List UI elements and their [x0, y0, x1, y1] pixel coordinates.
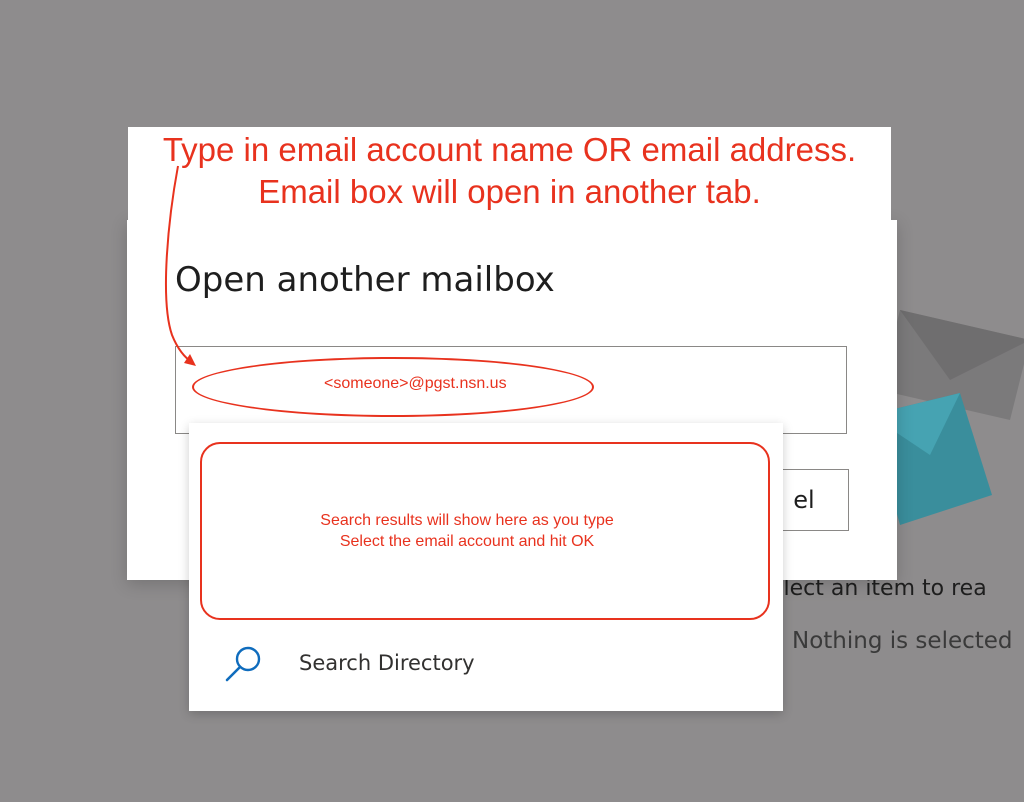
results-hint-line-2: Select the email account and hit OK [339, 533, 595, 550]
results-hint-line-1: Search results will show here as you typ… [320, 512, 614, 529]
annotation-banner: Type in email account name OR email addr… [128, 127, 891, 223]
suggestions-dropdown: Search results will show here as you typ… [189, 423, 783, 711]
dialog-title: Open another mailbox [175, 260, 555, 300]
annotation-line-1: Type in email account name OR email addr… [162, 131, 857, 168]
annotation-line-2: Email box will open in another tab. [258, 173, 761, 210]
cancel-button-label: el [793, 486, 815, 514]
search-directory-label: Search Directory [299, 651, 475, 675]
search-icon [225, 646, 261, 682]
search-results-area: Search results will show here as you typ… [200, 442, 770, 620]
input-value: <someone>@pgst.nsn.us [324, 375, 507, 392]
page: elect an item to rea Nothing is selected… [0, 0, 1024, 802]
search-directory-option[interactable]: Search Directory [189, 637, 783, 697]
mailbox-search-input[interactable]: <someone>@pgst.nsn.us [175, 346, 847, 434]
reading-pane-subtitle: Nothing is selected [792, 628, 1013, 654]
